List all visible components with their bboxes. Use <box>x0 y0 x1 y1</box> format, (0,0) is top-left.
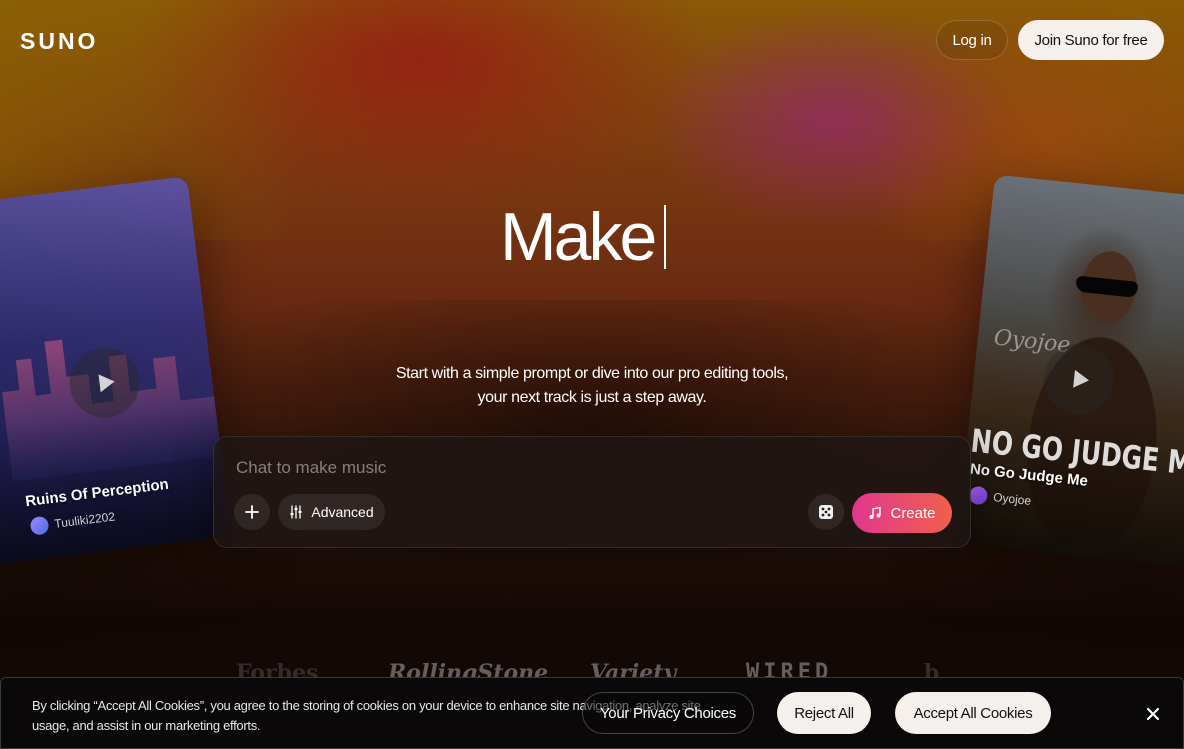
avatar <box>968 485 989 506</box>
avatar <box>29 515 50 536</box>
plus-icon <box>245 505 259 519</box>
prompt-box: Advanced Create <box>213 436 971 548</box>
create-label: Create <box>890 504 936 522</box>
author-name: Oyojoe <box>992 490 1032 508</box>
login-button[interactable]: Log in <box>936 20 1008 60</box>
song-card-right[interactable]: Oyojoe NO GO JUDGE ME No Go Judge Me Oyo… <box>956 174 1184 568</box>
cookie-banner: By clicking “Accept All Cookies”, you ag… <box>0 677 1184 749</box>
advanced-button[interactable]: Advanced <box>278 494 385 530</box>
text-caret <box>664 205 667 269</box>
random-prompt-button[interactable] <box>808 494 844 530</box>
join-button[interactable]: Join Suno for free <box>1018 20 1164 60</box>
close-icon <box>1146 707 1160 721</box>
create-button[interactable]: Create <box>852 493 952 533</box>
play-icon <box>1072 369 1090 390</box>
privacy-choices-button[interactable]: Your Privacy Choices <box>582 692 754 734</box>
sliders-icon <box>290 505 302 519</box>
music-note-icon <box>869 506 882 519</box>
suno-logo[interactable]: SUNO <box>20 28 98 55</box>
play-icon <box>98 372 116 393</box>
prompt-input[interactable] <box>236 455 836 481</box>
advanced-label: Advanced <box>311 504 374 520</box>
dice-icon <box>819 505 833 519</box>
accept-all-button[interactable]: Accept All Cookies <box>895 692 1051 734</box>
reject-all-button[interactable]: Reject All <box>777 692 871 734</box>
hero-subtitle: Start with a simple prompt or dive into … <box>395 365 789 406</box>
add-button[interactable] <box>234 494 270 530</box>
hero-title: Make <box>500 198 667 276</box>
close-banner-button[interactable] <box>1141 702 1165 726</box>
